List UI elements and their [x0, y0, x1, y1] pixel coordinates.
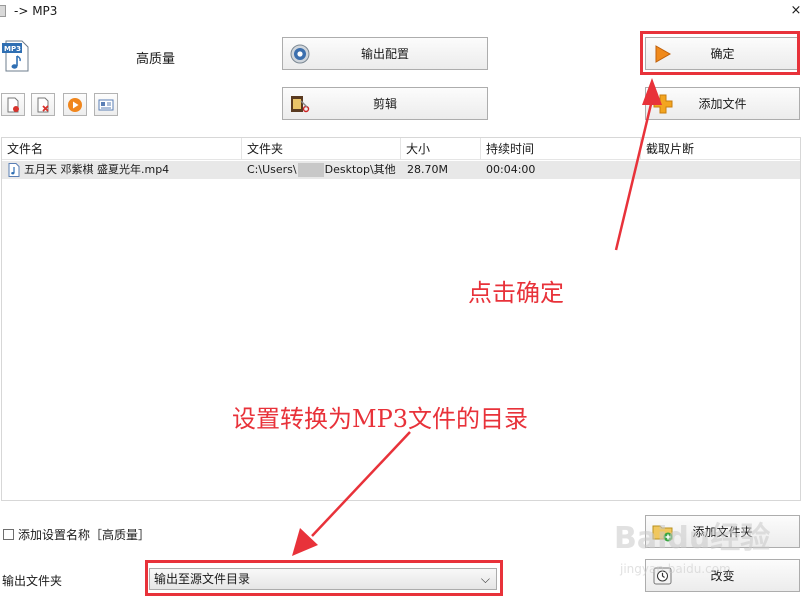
column-header-duration[interactable]: 持续时间	[481, 138, 641, 160]
file-list-header: 文件名 文件夹 大小 持续时间 截取片断	[2, 138, 800, 160]
info-icon	[98, 99, 114, 110]
app-icon	[0, 5, 6, 17]
window-title: -> MP3	[14, 4, 58, 18]
folder-path-start: C:\Users\	[247, 163, 297, 176]
output-folder-value: 输出至源文件目录	[154, 572, 251, 586]
output-folder-label: 输出文件夹	[2, 574, 63, 588]
size-cell: 28.70M	[407, 163, 448, 176]
arrow-right-icon	[655, 44, 672, 63]
info-button[interactable]	[94, 93, 118, 116]
clear-list-button[interactable]	[31, 93, 55, 116]
edit-button[interactable]: 剪辑	[282, 87, 488, 120]
column-header-name[interactable]: 文件名	[2, 138, 242, 160]
folder-path-end: Desktop\其他	[324, 163, 396, 176]
file-name: 五月天 邓紫棋 盛夏光年.mp4	[24, 163, 170, 176]
column-header-size[interactable]: 大小	[401, 138, 481, 160]
output-config-button[interactable]: 输出配置	[282, 37, 488, 70]
redacted-username	[297, 163, 324, 177]
quality-label: 高质量	[136, 52, 176, 67]
output-folder-select[interactable]: 输出至源文件目录 ⌵	[149, 568, 497, 590]
output-config-label: 输出配置	[360, 47, 409, 61]
watermark-sub: jingyan.baidu.com	[620, 562, 731, 576]
confirm-label: 确定	[710, 47, 735, 61]
film-scissors-icon	[291, 95, 310, 112]
gear-icon	[290, 44, 310, 63]
add-setting-name-checkbox[interactable]	[3, 529, 14, 540]
watermark-main: Baidu经验	[614, 521, 771, 556]
clip-cell	[646, 161, 796, 179]
edit-label: 剪辑	[372, 97, 397, 111]
file-name-cell: 五月天 邓紫棋 盛夏光年.mp4	[8, 161, 240, 179]
confirm-button[interactable]: 确定	[645, 37, 800, 70]
audio-file-icon	[8, 163, 20, 177]
column-header-folder[interactable]: 文件夹	[242, 138, 401, 160]
chevron-down-icon: ⌵	[480, 572, 490, 586]
remove-file-button[interactable]	[1, 93, 25, 116]
plus-icon	[653, 94, 673, 113]
close-button[interactable]: ×	[790, 3, 802, 19]
folder-cell: C:\Users\ Desktop\其他	[247, 161, 397, 179]
title-bar: -> MP3 ×	[0, 0, 802, 24]
add-file-button[interactable]: 添加文件	[645, 87, 800, 120]
duration-cell: 00:04:00	[486, 163, 536, 176]
table-row[interactable]: 五月天 邓紫棋 盛夏光年.mp4 C:\Users\ Desktop\其他 28.…	[2, 161, 800, 179]
annotation-set-directory: 设置转换为MP3文件的目录	[232, 405, 528, 433]
arrowhead-output-folder	[292, 528, 318, 556]
svg-text:MP3: MP3	[4, 45, 21, 53]
play-icon	[68, 97, 82, 112]
remove-file-icon	[7, 97, 19, 112]
add-setting-name-label: 添加设置名称［高质量］	[18, 528, 151, 542]
add-setting-name-option[interactable]: 添加设置名称［高质量］	[3, 526, 150, 543]
add-file-label: 添加文件	[698, 97, 747, 111]
annotation-click-confirm: 点击确定	[468, 279, 564, 307]
file-list[interactable]: 文件名 文件夹 大小 持续时间 截取片断 五月天 邓紫棋 盛夏光年.mp4 C:…	[1, 137, 801, 501]
clear-list-icon	[37, 97, 49, 112]
mp3-format-icon: MP3	[2, 40, 29, 72]
column-header-clip[interactable]: 截取片断	[641, 138, 800, 160]
play-button[interactable]	[63, 93, 87, 116]
